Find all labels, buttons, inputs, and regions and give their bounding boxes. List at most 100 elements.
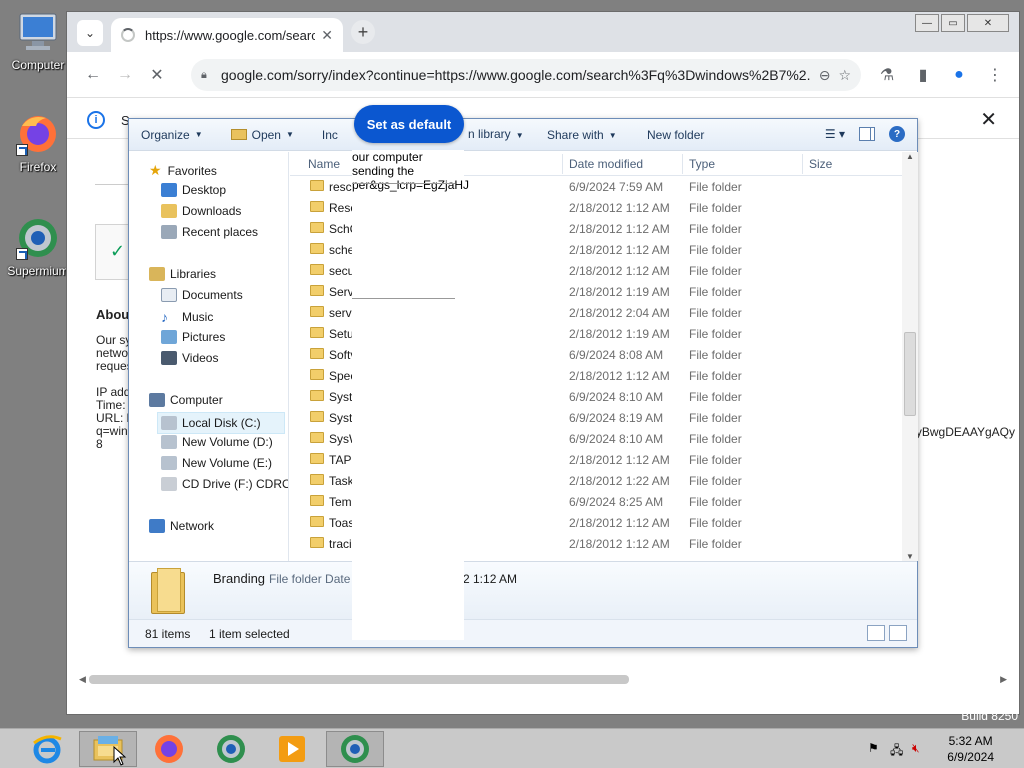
share-with-menu[interactable]: Share with ▼ [547,128,617,142]
file-name: secu [329,264,353,278]
taskbar-supermium[interactable] [202,731,260,767]
desktop-icon-computer[interactable]: Computer [6,10,70,72]
pictures-icon [161,330,177,344]
scroll-thumb[interactable] [904,332,916,416]
desktop-icon-supermium[interactable]: Supermium [6,216,70,278]
close-tab-icon[interactable]: ✕ [321,27,333,44]
nav-libraries[interactable]: Libraries [149,267,216,281]
page-text-fragment: our computer [352,150,423,164]
tab-title: https://www.google.com/search [145,27,316,43]
nav-volume-d[interactable]: New Volume (D:) [161,435,273,449]
file-name: Softv [329,348,353,362]
address-bar[interactable]: 🔒︎ google.com/sorry/index?continue=https… [191,59,861,91]
taskbar-file-explorer[interactable] [79,731,137,767]
menu-kebab-icon[interactable]: ⋮ [979,59,1011,91]
folder-icon [310,264,324,275]
new-folder-button[interactable]: New folder [647,128,704,142]
maximize-button[interactable]: ▭ [941,14,965,32]
back-button[interactable]: ← [77,59,109,91]
nav-network[interactable]: Network [149,519,214,533]
side-panel-icon[interactable]: ▮ [907,59,939,91]
file-date: 2/18/2012 2:04 AM [569,306,670,320]
file-date: 6/9/2024 7:59 AM [569,180,664,194]
scroll-right-icon[interactable]: ▶ [1000,674,1007,685]
set-as-default-button[interactable]: Set as default [354,105,464,143]
file-explorer-window: Organize ▼ Open ▼ Inc Share with ▼ New fold… [128,118,918,648]
stop-button[interactable]: ✕ [141,59,173,91]
include-in-library-menu[interactable]: n library ▼ [468,127,524,141]
view-options-icon[interactable]: ☰ ▾ [825,127,845,141]
file-type: File folder [689,453,742,467]
file-name: Servi [329,285,353,299]
tab-search-button[interactable]: ⌄ [77,20,103,46]
folder-icon [310,495,324,506]
column-type[interactable]: Type [689,157,715,171]
nav-volume-e[interactable]: New Volume (E:) [161,456,272,470]
forward-button[interactable]: → [109,59,141,91]
nav-cd-drive-f[interactable]: CD Drive (F:) CDROM [161,477,288,491]
close-window-button[interactable]: ✕ [967,14,1009,32]
browser-tab[interactable]: https://www.google.com/search ✕ [111,18,343,52]
preview-pane-icon[interactable] [859,127,875,141]
taskbar-internet-explorer[interactable] [18,731,76,767]
include-in-library-button[interactable]: Inc [322,128,338,142]
vertical-scrollbar[interactable]: ▲ ▼ [902,152,918,561]
scroll-up-icon[interactable]: ▲ [906,152,914,161]
lock-icon[interactable]: 🔒︎ [201,69,213,82]
nav-computer[interactable]: Computer [149,393,223,407]
nav-desktop[interactable]: Desktop [161,183,226,197]
open-button[interactable]: Open ▼ [230,128,294,142]
column-date-modified[interactable]: Date modified [569,157,643,171]
network-icon[interactable]: 🖧 [890,741,904,757]
organize-menu[interactable]: Organize ▼ [141,128,203,142]
nav-videos[interactable]: Videos [161,351,218,365]
horizontal-scrollbar[interactable]: ◀ ▶ [79,672,1007,686]
labs-flask-icon[interactable]: ⚗ [871,59,903,91]
taskbar-firefox[interactable] [140,731,198,767]
column-separator[interactable] [802,154,803,174]
info-bar-close-icon[interactable]: ✕ [980,107,997,132]
help-icon[interactable]: ? [889,126,905,142]
folder-icon [310,411,324,422]
zoom-icon[interactable]: ⊖ [819,67,831,84]
url-text[interactable]: google.com/sorry/index?continue=https://… [221,67,811,83]
volume-muted-icon[interactable]: 🔇︎ [912,741,926,755]
column-separator[interactable] [562,154,563,174]
nav-music[interactable]: ♪ Music [161,309,213,325]
nav-pictures[interactable]: Pictures [161,330,225,344]
column-separator[interactable] [682,154,683,174]
disk-icon [161,416,177,430]
taskbar: ⚑ 🖧 🔇︎ 5:32 AM 6/9/2024 [0,728,1024,768]
rendering-overlay: our computer sending the per&gs_lcrp=EgZ… [352,150,469,640]
nav-documents[interactable]: Documents [161,288,243,302]
file-name: servi [329,306,353,320]
file-type: File folder [689,474,742,488]
details-view-icon[interactable] [867,625,885,641]
recaptcha-box[interactable]: ✓ [95,224,131,280]
nav-local-disk-c[interactable]: Local Disk (C:) [157,412,285,434]
taskbar-media-player[interactable] [263,731,321,767]
profile-avatar-icon[interactable]: ● [943,59,975,91]
scroll-thumb[interactable] [89,675,629,684]
large-icons-view-icon[interactable] [889,625,907,641]
taskbar-supermium-active[interactable] [326,731,384,767]
scroll-left-icon[interactable]: ◀ [79,674,86,685]
navigation-pane: ★ Favorites Desktop Downloads Recent plac… [129,152,289,561]
flag-icon[interactable]: ⚑ [868,741,882,755]
column-size[interactable]: Size [809,157,832,171]
scroll-down-icon[interactable]: ▼ [906,552,914,561]
nav-favorites[interactable]: ★ Favorites [149,162,217,179]
nav-label: Network [170,519,215,533]
star-icon: ★ [149,162,162,178]
nav-downloads[interactable]: Downloads [161,204,241,218]
nav-recent-places[interactable]: Recent places [161,225,258,239]
checkmark-icon: ✓ [110,241,126,261]
column-name[interactable]: Name [308,157,340,171]
clock[interactable]: 5:32 AM 6/9/2024 [947,733,994,765]
folder-icon [310,516,324,527]
desktop-icon-firefox[interactable]: Firefox [6,112,70,174]
minimize-button[interactable]: — [915,14,939,32]
nav-label: Documents [182,288,243,302]
new-tab-button[interactable]: + [351,20,375,44]
bookmark-star-icon[interactable]: ☆ [838,67,851,84]
